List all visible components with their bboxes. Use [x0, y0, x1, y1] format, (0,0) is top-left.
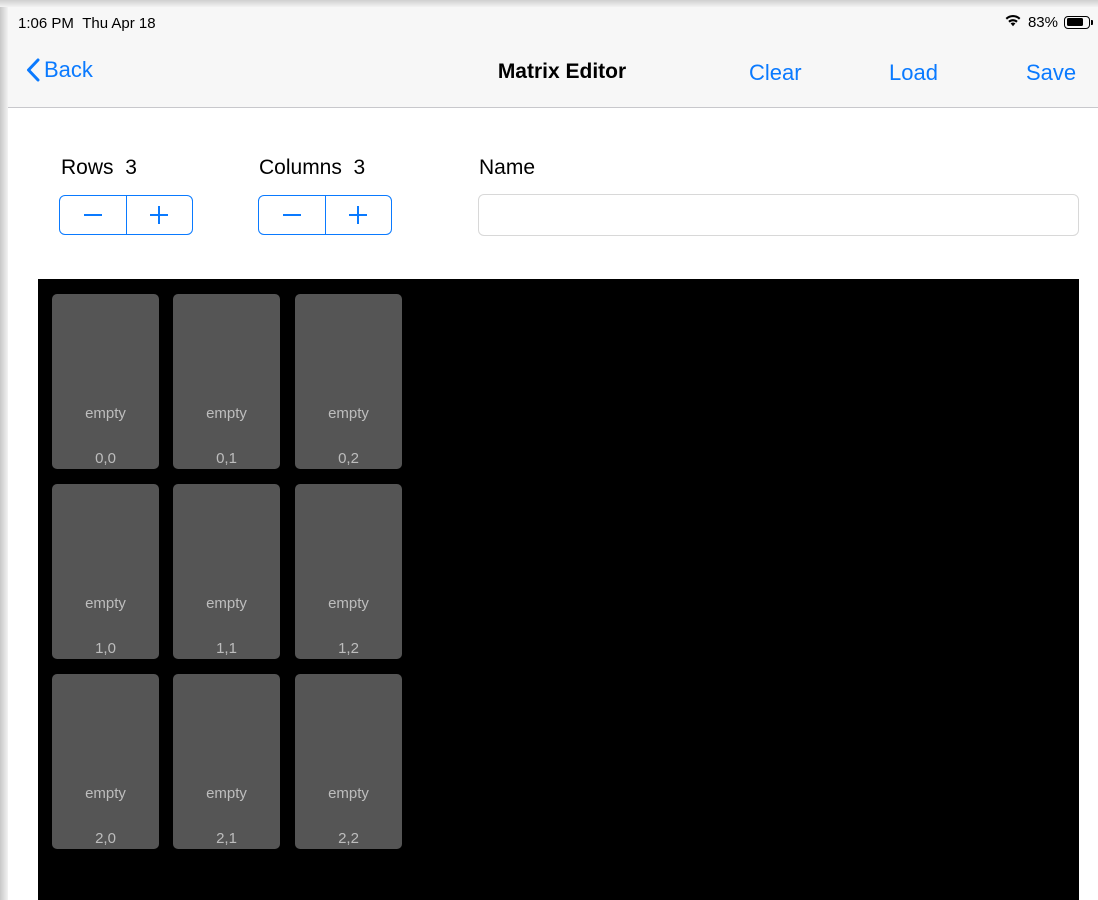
columns-stepper[interactable] — [258, 195, 392, 235]
rows-value: 3 — [125, 156, 137, 179]
columns-label-text: Columns — [259, 156, 342, 179]
load-button[interactable]: Load — [889, 60, 938, 86]
cell-value: empty — [85, 405, 126, 422]
matrix-cell[interactable]: empty 2,0 — [52, 674, 159, 849]
columns-value: 3 — [353, 156, 366, 179]
matrix-cell[interactable]: empty 0,2 — [295, 294, 402, 469]
rows-label-text: Rows — [61, 156, 114, 179]
cell-coordinate: 0,1 — [216, 450, 237, 467]
wifi-icon — [1004, 13, 1022, 31]
minus-icon — [282, 214, 301, 216]
cell-value: empty — [85, 785, 126, 802]
matrix-cell[interactable]: empty 2,1 — [173, 674, 280, 849]
cell-value: empty — [328, 785, 369, 802]
cell-coordinate: 1,1 — [216, 640, 237, 657]
cell-coordinate: 1,2 — [338, 640, 359, 657]
cell-coordinate: 2,2 — [338, 830, 359, 847]
rows-stepper[interactable] — [59, 195, 193, 235]
plus-icon — [150, 206, 169, 224]
battery-fill — [1066, 18, 1084, 26]
cell-coordinate: 2,1 — [216, 830, 237, 847]
columns-increment-button[interactable] — [324, 196, 392, 234]
name-field[interactable] — [478, 194, 1079, 236]
ipad-screen: 1:06 PM Thu Apr 18 83% Back Matrix Edito… — [0, 0, 1098, 900]
matrix-cell[interactable]: empty 1,0 — [52, 484, 159, 659]
save-button[interactable]: Save — [1026, 60, 1076, 86]
matrix-cell[interactable]: empty 2,2 — [295, 674, 402, 849]
cell-value: empty — [206, 595, 247, 612]
cell-coordinate: 0,2 — [338, 450, 359, 467]
device-bezel-top — [0, 0, 1098, 7]
matrix-grid: empty 0,0 empty 0,1 empty 0,2 empty 1,0 empty 1,1… — [38, 279, 1079, 900]
cell-coordinate: 2,0 — [95, 830, 116, 847]
cell-value: empty — [85, 595, 126, 612]
cell-value: empty — [206, 405, 247, 422]
status-clock: 1:06 PM — [18, 15, 74, 32]
matrix-cell[interactable]: empty 1,1 — [173, 484, 280, 659]
clear-button[interactable]: Clear — [749, 60, 802, 86]
status-time: 1:06 PM Thu Apr 18 — [18, 15, 156, 32]
cell-value: empty — [328, 595, 369, 612]
battery-icon — [1064, 15, 1093, 29]
matrix-cell[interactable]: empty 1,2 — [295, 484, 402, 659]
cell-coordinate: 0,0 — [95, 450, 116, 467]
cell-value: empty — [206, 785, 247, 802]
minus-icon — [83, 214, 102, 216]
battery-percent: 83% — [1027, 13, 1058, 31]
rows-label: Rows 3 — [61, 156, 137, 180]
status-date: Thu Apr 18 — [82, 15, 156, 32]
cell-coordinate: 1,0 — [95, 640, 116, 657]
matrix-cell[interactable]: empty 0,1 — [173, 294, 280, 469]
plus-icon — [349, 206, 368, 224]
name-label: Name — [479, 156, 536, 179]
rows-increment-button[interactable] — [125, 196, 193, 234]
columns-label: Columns 3 — [259, 156, 365, 180]
cell-value: empty — [328, 405, 369, 422]
navigation-bar: Back Matrix Editor Clear Load Save — [8, 41, 1098, 108]
status-bar: 1:06 PM Thu Apr 18 83% — [8, 7, 1098, 41]
columns-decrement-button[interactable] — [259, 196, 325, 234]
matrix-cell[interactable]: empty 0,0 — [52, 294, 159, 469]
status-indicators: 83% — [1004, 13, 1093, 31]
device-bezel-left — [0, 0, 8, 900]
rows-decrement-button[interactable] — [60, 196, 126, 234]
